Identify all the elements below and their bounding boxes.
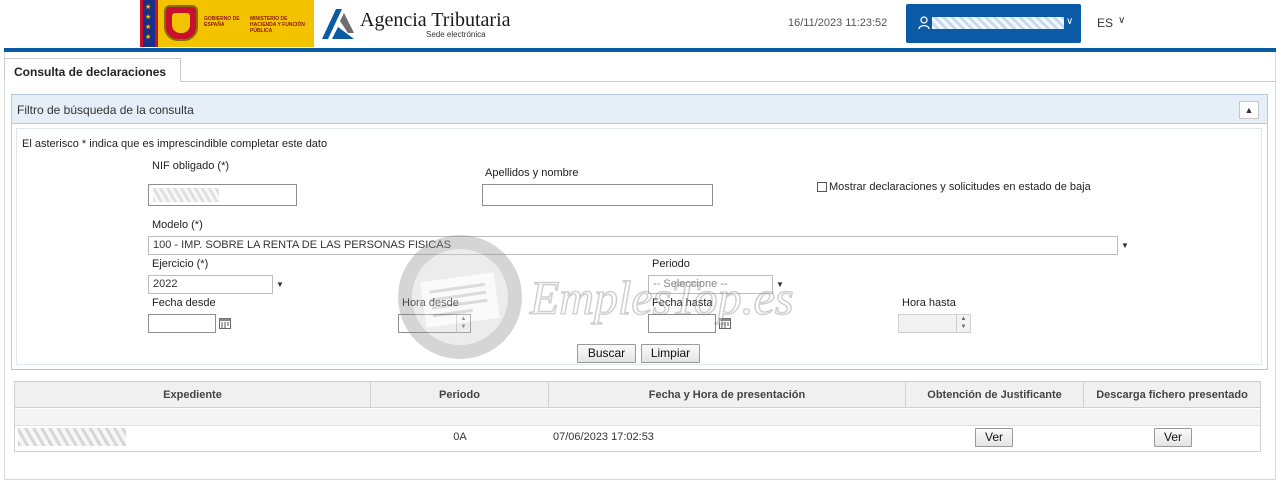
agency-title: Agencia Tributaria [360, 9, 511, 31]
fecha-hasta-label: Fecha hasta [652, 297, 713, 309]
spinner-icon[interactable]: ▲ ▼ [956, 315, 970, 332]
periodo-select[interactable]: -- Seleccione -- [648, 275, 773, 294]
column-header-descarga[interactable]: Descarga fichero presentado [1084, 382, 1260, 408]
nif-label: NIF obligado (*) [152, 160, 230, 172]
calendar-icon[interactable] [718, 316, 732, 330]
fecha-desde-input[interactable] [148, 314, 216, 333]
required-note: El asterisco * indica que es imprescindi… [22, 138, 328, 150]
show-baja-label[interactable]: Mostrar declaraciones y solicitudes en e… [829, 181, 1091, 193]
chevron-down-icon[interactable]: ▼ [773, 275, 787, 294]
user-menu-button[interactable]: ∨ [906, 4, 1081, 43]
filter-panel-title: Filtro de búsqueda de la consulta [17, 103, 194, 117]
modelo-select[interactable]: 100 - IMP. SOBRE LA RENTA DE LAS PERSONA… [148, 236, 1118, 255]
cell-periodo: 0A [453, 431, 467, 443]
top-header: ★ ★ ★ ★ Gobierno de España Ministerio de… [0, 0, 1280, 48]
nif-input[interactable] [148, 184, 297, 206]
column-header-fecha[interactable]: Fecha y Hora de presentación [549, 382, 906, 408]
tab-bar [4, 81, 1276, 82]
language-selector[interactable]: ES [1097, 16, 1113, 30]
chevron-down-icon[interactable]: ▼ [1118, 236, 1132, 255]
calendar-icon[interactable] [218, 316, 232, 330]
hora-desde-input[interactable]: ▲ ▼ [398, 314, 471, 333]
expediente-redacted [18, 428, 126, 446]
chevron-down-icon: ∨ [1066, 16, 1074, 27]
table-filter-row [15, 409, 1260, 426]
agency-subtitle: Sede electrónica [426, 30, 486, 39]
tab-consulta-declaraciones[interactable]: Consulta de declaraciones [4, 58, 181, 82]
hora-hasta-label: Hora hasta [902, 297, 956, 309]
ministerio-text: Ministerio de Hacienda y Función Pública [250, 16, 305, 34]
column-header-justificante[interactable]: Obtención de Justificante [906, 382, 1084, 408]
spinner-icon[interactable]: ▲ ▼ [456, 315, 470, 332]
gobierno-logo[interactable]: ★ ★ ★ ★ Gobierno de España Ministerio de… [140, 0, 314, 47]
fecha-hasta-input[interactable] [648, 314, 716, 333]
gobierno-text: Gobierno de España [204, 16, 240, 28]
user-icon [918, 16, 930, 30]
ver-descarga-button[interactable]: Ver [1154, 428, 1192, 447]
ejercicio-select[interactable]: 2022 [148, 275, 273, 294]
chevron-down-icon[interactable]: ▼ [273, 275, 287, 294]
results-table: Expediente Periodo Fecha y Hora de prese… [14, 381, 1261, 452]
nif-value-redacted [153, 188, 219, 202]
buscar-button[interactable]: Buscar [577, 344, 636, 363]
cell-fecha: 07/06/2023 17:02:53 [553, 431, 654, 443]
ejercicio-label: Ejercicio (*) [152, 258, 209, 270]
chevron-down-icon[interactable]: ∨ [1118, 15, 1125, 26]
hora-desde-label: Hora desde [402, 297, 459, 309]
column-header-expediente[interactable]: Expediente [15, 382, 371, 408]
eu-flag-icon: ★ ★ ★ ★ [140, 0, 158, 47]
name-input[interactable] [482, 184, 713, 206]
collapse-panel-button[interactable]: ▲ [1239, 101, 1259, 119]
table-header: Expediente Periodo Fecha y Hora de prese… [15, 382, 1260, 408]
ver-justificante-button[interactable]: Ver [975, 428, 1013, 447]
coat-of-arms-icon [164, 5, 198, 41]
column-header-periodo[interactable]: Periodo [371, 382, 549, 408]
agency-logo[interactable]: Agencia Tributaria Sede electrónica [320, 5, 520, 43]
periodo-label: Periodo [652, 258, 690, 270]
name-label: Apellidos y nombre [485, 167, 579, 179]
limpiar-button[interactable]: Limpiar [641, 344, 700, 363]
filter-panel-header[interactable]: Filtro de búsqueda de la consulta ▲ [12, 95, 1267, 124]
show-baja-checkbox[interactable] [817, 182, 827, 192]
fecha-desde-label: Fecha desde [152, 297, 216, 309]
hora-hasta-input[interactable]: ▲ ▼ [898, 314, 971, 333]
modelo-label: Modelo (*) [152, 219, 203, 231]
agency-mark-icon [322, 9, 354, 39]
session-datetime: 16/11/2023 11:23:52 [788, 17, 888, 29]
user-name-redacted [932, 17, 1064, 29]
